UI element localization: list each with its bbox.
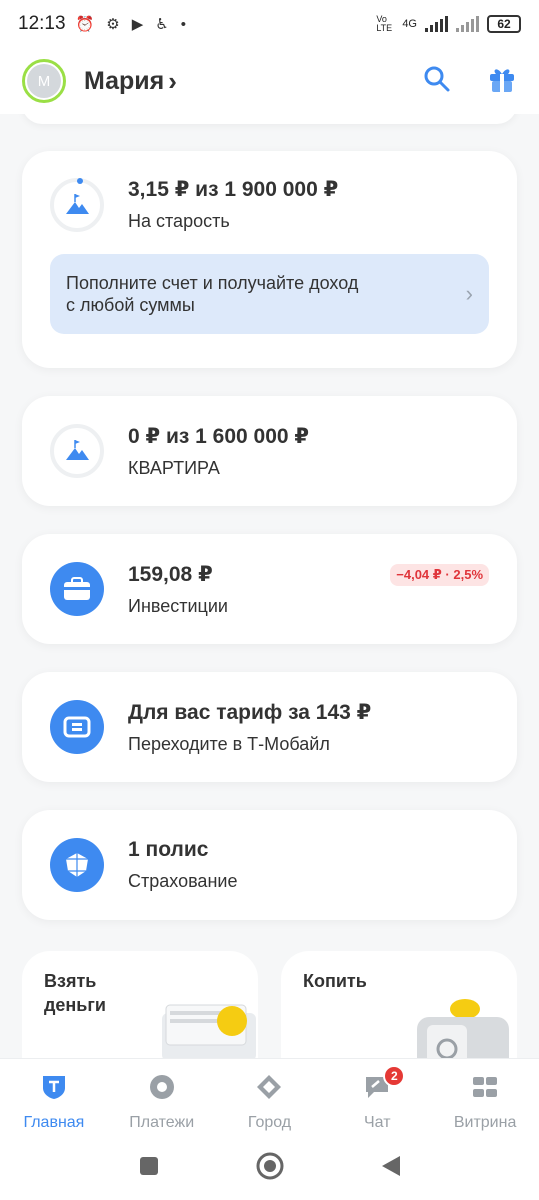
bottom-navigation: Главная Платежи Город 2 Чат Витрина (0, 1058, 539, 1136)
goal-card-retirement[interactable]: 3,15 ₽ из 1 900 000 ₽ На старость Пополн… (22, 151, 517, 368)
app-header: М Мария › (0, 48, 539, 114)
safe-coin-icon (413, 995, 513, 1058)
investments-card[interactable]: 159,08 ₽ Инвестиции −4,04 ₽ · 2,5% (22, 534, 517, 644)
goal-label: КВАРТИРА (128, 457, 220, 478)
tariff-title: Для вас тариф за 143 ₽ (128, 700, 372, 724)
network-type: 4G (402, 18, 417, 30)
avatar-initial: М (27, 64, 61, 98)
umbrella-icon (50, 838, 104, 892)
briefcase-icon (50, 562, 104, 616)
mobile-tariff-card[interactable]: Для вас тариф за 143 ₽ Переходите в Т-Мо… (22, 672, 517, 782)
play-icon: ▶ (131, 16, 144, 33)
goal-label: На старость (128, 211, 230, 231)
settings-gear-icon: ⚙ (106, 16, 120, 33)
change-badge: −4,04 ₽ · 2,5% (390, 564, 489, 586)
city-diamond-icon (255, 1073, 283, 1106)
nav-city[interactable]: Город (216, 1059, 324, 1136)
goal-amount: 3,15 ₽ из 1 900 000 ₽ (128, 178, 339, 201)
goal-mountain-icon (50, 424, 104, 478)
savings-tile[interactable]: Копить (281, 951, 517, 1058)
insurance-label: Страхование (128, 871, 238, 891)
tariff-subtitle: Переходите в Т-Мобайл (128, 733, 330, 754)
nav-chat[interactable]: 2 Чат (323, 1059, 431, 1136)
topup-hint-banner[interactable]: Пополните счет и получайте доход с любой… (50, 254, 489, 334)
chevron-right-icon: › (465, 281, 473, 306)
hint-line-2: с любой суммы (66, 295, 195, 315)
nav-label: Город (247, 1114, 292, 1131)
avatar[interactable]: М (22, 59, 66, 103)
status-icons: ⏰ ⚙ ▶ ♿ • (75, 15, 186, 34)
insurance-count: 1 полис (128, 838, 209, 861)
tile-title-line-1: Копить (303, 971, 367, 991)
main-scroll[interactable]: 3,15 ₽ из 1 900 000 ₽ На старость Пополн… (0, 114, 539, 1058)
nav-payments[interactable]: Платежи (108, 1059, 216, 1136)
hint-line-1: Пополните счет и получайте доход (66, 273, 359, 293)
payments-circle-icon (148, 1073, 176, 1106)
dot-icon: • (180, 15, 186, 33)
system-navigation-bar (0, 1136, 539, 1200)
accessibility-icon: ♿ (155, 16, 169, 33)
borrow-money-tile[interactable]: Взять деньги (22, 951, 258, 1058)
investments-label: Инвестиции (128, 595, 228, 616)
nav-label: Витрина (453, 1114, 517, 1131)
insurance-card[interactable]: 1 полис Страхование (22, 810, 517, 920)
sim-card-icon (50, 700, 104, 754)
profile-name[interactable]: Мария (84, 67, 164, 96)
nav-label: Главная (23, 1114, 85, 1131)
battery-icon: 62 (487, 15, 521, 33)
nav-home[interactable]: Главная (0, 1059, 108, 1136)
profile-chevron-icon[interactable]: › (168, 66, 177, 97)
nav-showcase[interactable]: Витрина (431, 1059, 539, 1136)
battery-level: 62 (497, 17, 511, 31)
home-shield-icon (40, 1073, 68, 1106)
recent-apps-icon[interactable] (138, 1155, 160, 1182)
tile-title-line-1: Взять (44, 971, 97, 991)
nav-label: Платежи (129, 1114, 195, 1131)
investments-amount: 159,08 ₽ (128, 562, 213, 586)
signal-icon (425, 16, 448, 32)
status-bar: 12:13 ⏰ ⚙ ▶ ♿ • Vo LTE 4G 62 (0, 0, 539, 48)
status-time: 12:13 (18, 13, 66, 34)
goal-card-apartment[interactable]: 0 ₽ из 1 600 000 ₽ КВАРТИРА (22, 396, 517, 506)
status-right: Vo LTE 4G 62 (376, 15, 521, 33)
money-stack-icon (160, 995, 258, 1058)
gift-icon[interactable] (487, 64, 517, 99)
home-circle-icon[interactable] (255, 1151, 285, 1186)
signal-icon-2 (456, 16, 479, 32)
search-icon[interactable] (423, 65, 451, 98)
showcase-grid-icon (471, 1073, 499, 1106)
goal-amount: 0 ₽ из 1 600 000 ₽ (128, 424, 310, 448)
alarm-icon: ⏰ (75, 16, 95, 33)
previous-card (22, 114, 517, 124)
volte-indicator: Vo LTE (376, 14, 393, 33)
chat-unread-badge: 2 (383, 1065, 406, 1087)
goal-mountain-icon (50, 177, 104, 232)
back-triangle-icon[interactable] (380, 1154, 402, 1183)
nav-label: Чат (364, 1114, 391, 1131)
